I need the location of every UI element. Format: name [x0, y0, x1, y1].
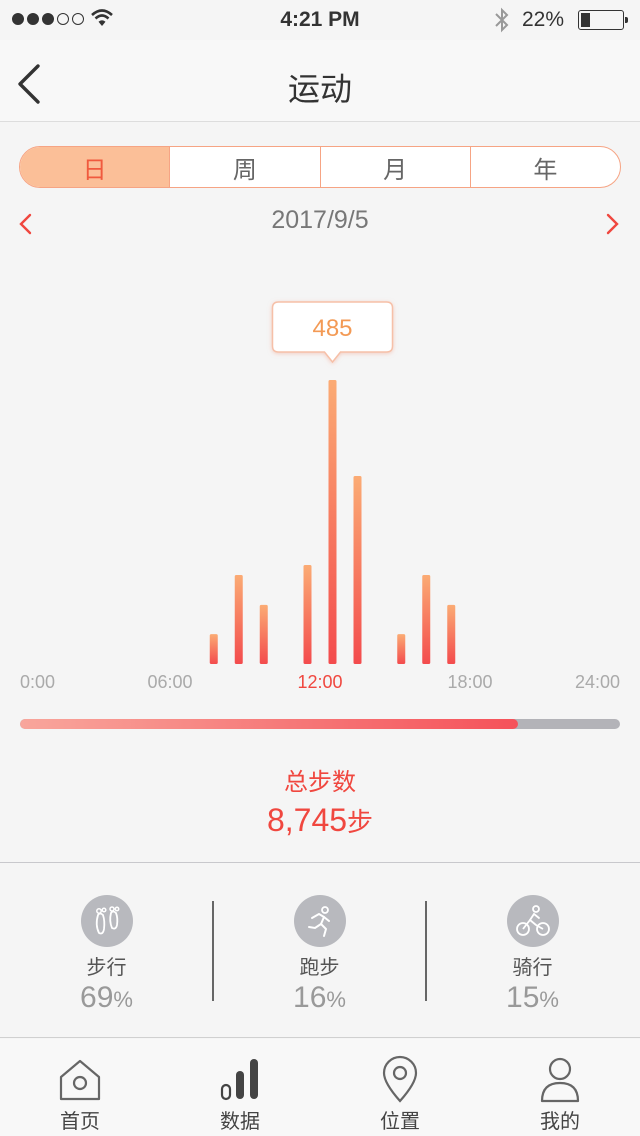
tab-profile[interactable]: 我的	[480, 1039, 640, 1136]
date-navigator: 2017/9/5	[0, 202, 640, 242]
tab-year[interactable]: 年	[469, 147, 620, 187]
chart-bar-1[interactable]	[234, 574, 243, 664]
chart-bar-4[interactable]	[328, 380, 337, 664]
total-steps-unit: 步	[347, 808, 374, 838]
chart-bar-8[interactable]	[447, 604, 456, 664]
total-steps-value: 8,745步	[0, 802, 640, 839]
current-date: 2017/9/5	[271, 206, 369, 234]
cycling-percentage: 15%	[506, 981, 559, 1014]
activity-breakdown: 步行 69% 跑步 16% 骑行 15%	[0, 862, 640, 1038]
cycling-icon	[507, 895, 559, 947]
user-icon	[540, 1057, 580, 1103]
tab-location[interactable]: 位置	[320, 1039, 480, 1136]
status-bar: 4:21 PM 22%	[0, 0, 640, 40]
tab-home[interactable]: 首页	[0, 1039, 160, 1136]
bar-chart-icon	[220, 1059, 258, 1101]
location-icon	[382, 1055, 418, 1103]
daily-progress-bar	[20, 719, 620, 729]
chart-bar-6[interactable]	[397, 634, 406, 664]
chart-tooltip-value: 485	[312, 315, 352, 342]
chart-bar-7[interactable]	[422, 574, 431, 664]
battery-percentage: 22%	[522, 8, 565, 31]
daily-progress-fill	[20, 719, 518, 729]
running-percentage: 16%	[293, 981, 346, 1014]
tab-bar: 首页 数据 位置 我的	[0, 1039, 640, 1136]
next-date-icon[interactable]	[602, 212, 622, 236]
tab-data-label: 数据	[220, 1109, 260, 1133]
home-icon	[59, 1059, 101, 1101]
tab-month[interactable]: 月	[319, 147, 470, 187]
tab-home-label: 首页	[60, 1109, 100, 1133]
chart-bar-3[interactable]	[303, 565, 312, 664]
chart-bar-5[interactable]	[353, 476, 362, 664]
battery-icon	[578, 10, 628, 30]
total-steps-number: 8,745	[266, 802, 348, 838]
running-label: 跑步	[299, 955, 340, 979]
tab-data[interactable]: 数据	[160, 1039, 320, 1136]
walking-percentage: 69%	[80, 981, 133, 1014]
page-title: 运动	[287, 70, 352, 108]
footprints-icon	[81, 895, 133, 947]
x-tick-label-2: 12:00	[297, 672, 342, 692]
walking-stat: 步行 69%	[0, 863, 213, 1039]
bluetooth-icon	[495, 7, 509, 33]
chart-bar-0[interactable]	[209, 634, 218, 664]
x-tick-label-4: 24:00	[575, 672, 620, 692]
cycling-label: 骑行	[512, 955, 553, 979]
cycling-stat: 骑行 15%	[426, 863, 639, 1039]
chart-bar-2[interactable]	[259, 604, 268, 664]
period-segmented-control: 日 周 月 年	[19, 146, 621, 188]
x-tick-label-1: 06:00	[147, 672, 192, 692]
tab-day[interactable]: 日	[20, 147, 170, 187]
walking-label: 步行	[86, 955, 127, 979]
hourly-steps-chart: 485 0:00 06:00 12:00 18:00 24:00	[20, 301, 620, 692]
chart-tooltip: 485	[271, 301, 394, 364]
running-icon	[294, 895, 346, 947]
running-stat: 跑步 16%	[213, 863, 426, 1039]
x-tick-label-0: 0:00	[20, 672, 55, 692]
x-tick-label-3: 18:00	[447, 672, 492, 692]
tab-profile-label: 我的	[540, 1109, 580, 1133]
total-steps-label: 总步数	[284, 768, 356, 796]
navigation-bar: 运动	[0, 40, 640, 122]
tab-location-label: 位置	[380, 1109, 420, 1133]
tab-week[interactable]: 周	[169, 147, 319, 187]
